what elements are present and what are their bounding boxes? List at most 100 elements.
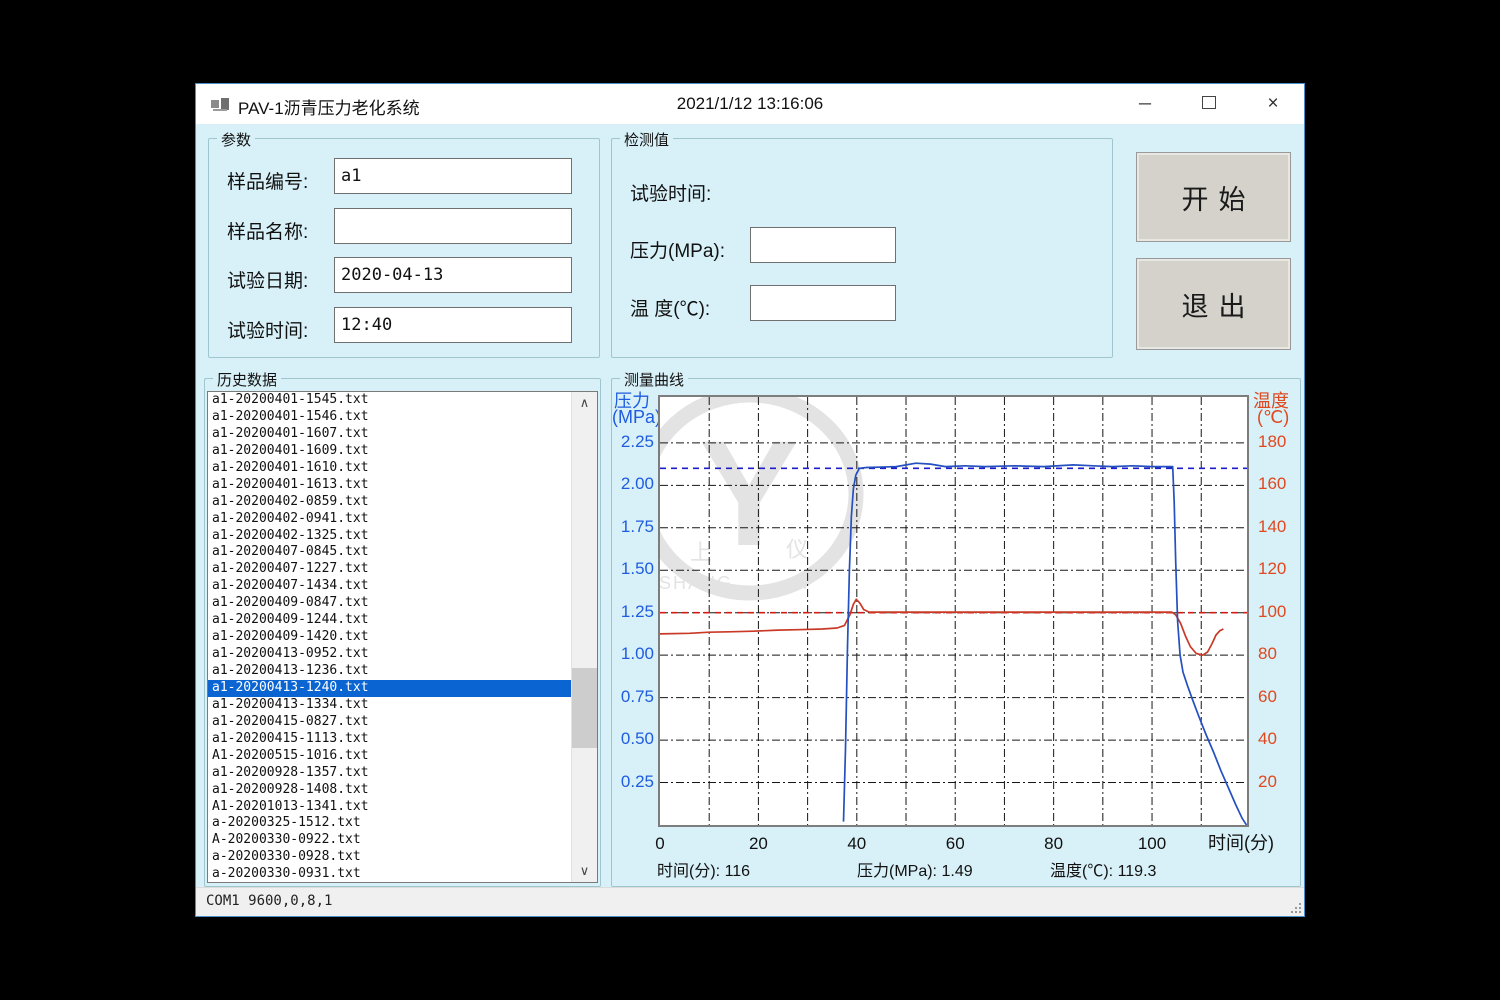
readout-pressure: 压力(MPa): 1.49 — [857, 857, 973, 881]
list-scrollbar[interactable]: ∧ ∨ — [571, 392, 597, 882]
list-item[interactable]: a1-20200413-1236.txt — [208, 663, 597, 680]
list-item[interactable]: a1-20200402-0941.txt — [208, 511, 597, 528]
list-item[interactable]: a1-20200401-1545.txt — [208, 392, 597, 409]
svg-text:仪: 仪 — [786, 537, 810, 562]
readout-time-value: 116 — [725, 863, 751, 880]
list-item[interactable]: a1-20200401-1546.txt — [208, 409, 597, 426]
list-item[interactable]: A1-20201013-1341.txt — [208, 799, 597, 816]
svg-text:上: 上 — [690, 540, 714, 565]
app-window: PAV-1沥青压力老化系统 2021/1/12 13:16:06 ─ × 参数 … — [195, 83, 1305, 917]
list-item[interactable]: a1-20200415-1113.txt — [208, 731, 597, 748]
resize-grip[interactable] — [1289, 901, 1301, 913]
axis-tick-label: 1.50 — [612, 559, 654, 579]
list-item[interactable]: A1-20200515-1016.txt — [208, 748, 597, 765]
list-item[interactable]: a1-20200409-1420.txt — [208, 629, 597, 646]
list-item[interactable]: a-20200330-0931.txt — [208, 866, 597, 883]
list-item[interactable]: a1-20200415-0827.txt — [208, 714, 597, 731]
svg-text:SHANG: SHANG — [660, 573, 733, 593]
history-file-rows: a1-20200401-1545.txta1-20200401-1546.txt… — [208, 392, 597, 883]
list-item[interactable]: a1-20200413-0952.txt — [208, 646, 597, 663]
axis-tick-label: 40 — [837, 834, 877, 854]
maximize-button[interactable] — [1188, 84, 1230, 124]
list-item[interactable]: a1-20200401-1607.txt — [208, 426, 597, 443]
test-time-input[interactable] — [334, 307, 572, 343]
list-item[interactable]: a-20200325-1512.txt — [208, 815, 597, 832]
minimize-button[interactable]: ─ — [1124, 84, 1166, 124]
measurement-chart: Y上SHANG仪Y — [660, 397, 1247, 825]
x-axis-title: 时间(分) — [1208, 829, 1274, 855]
axis-tick-label: 20 — [738, 834, 778, 854]
axis-tick-label: 2.00 — [612, 474, 654, 494]
test-time-label: 试验时间: — [227, 316, 308, 343]
axis-tick-label: 60 — [935, 834, 975, 854]
axis-tick-label: 1.00 — [612, 644, 654, 664]
list-item[interactable]: a1-20200413-1334.txt — [208, 697, 597, 714]
pressure-label: 压力(MPa): — [630, 236, 725, 263]
client-area: 参数 样品编号: 样品名称: 试验日期: 试验时间: 检测值 试验时间: 压力(… — [196, 124, 1304, 888]
list-item[interactable]: a1-20200407-1227.txt — [208, 561, 597, 578]
curve-pressure — [844, 463, 1247, 825]
axis-tick-label: 180 — [1258, 432, 1302, 452]
readout-pressure-label: 压力(MPa): — [857, 863, 937, 880]
svg-text:Y: Y — [799, 573, 813, 593]
axis-tick-label: 0.50 — [612, 729, 654, 749]
readings-group-title: 检测值 — [620, 129, 673, 150]
list-item[interactable]: a-20200330-0928.txt — [208, 849, 597, 866]
list-item[interactable]: a1-20200401-1610.txt — [208, 460, 597, 477]
close-button[interactable]: × — [1252, 84, 1294, 124]
axis-tick-label: 160 — [1258, 474, 1302, 494]
axis-tick-label: 80 — [1034, 834, 1074, 854]
scrollbar-thumb[interactable] — [572, 668, 597, 748]
close-icon: × — [1267, 93, 1278, 114]
readout-time: 时间(分): 116 — [657, 857, 750, 881]
left-axis-unit: (MPa) — [612, 407, 661, 428]
list-item[interactable]: a1-20200928-1408.txt — [208, 782, 597, 799]
list-item[interactable]: a1-20200413-1240.txt — [208, 680, 597, 697]
params-groupbox: 参数 样品编号: 样品名称: 试验日期: 试验时间: — [208, 138, 600, 358]
start-button[interactable]: 开始 — [1136, 152, 1291, 242]
axis-tick-label: 20 — [1258, 772, 1302, 792]
sample-name-input[interactable] — [334, 208, 572, 244]
list-item[interactable]: A-20200330-0922.txt — [208, 832, 597, 849]
axis-tick-label: 100 — [1258, 602, 1302, 622]
params-group-title: 参数 — [217, 129, 255, 150]
readout-temperature-label: 温度(℃): — [1050, 863, 1113, 880]
list-item[interactable]: a1-20200402-0859.txt — [208, 494, 597, 511]
scroll-up-icon[interactable]: ∧ — [572, 392, 597, 414]
maximize-icon — [1202, 96, 1216, 109]
list-item[interactable]: a1-20200401-1613.txt — [208, 477, 597, 494]
sample-id-input[interactable] — [334, 158, 572, 194]
status-bar: COM1 9600,0,8,1 — [196, 887, 1304, 916]
list-item[interactable]: a1-20200402-1325.txt — [208, 528, 597, 545]
axis-tick-label: 120 — [1258, 559, 1302, 579]
list-item[interactable]: a1-20200928-1357.txt — [208, 765, 597, 782]
readout-pressure-value: 1.49 — [941, 863, 972, 880]
temperature-readout-input[interactable] — [750, 285, 896, 321]
exit-button[interactable]: 退出 — [1136, 258, 1291, 350]
list-item[interactable]: a1-20200409-0847.txt — [208, 595, 597, 612]
minimize-icon: ─ — [1139, 94, 1151, 113]
pressure-readout-input[interactable] — [750, 227, 896, 263]
history-file-list[interactable]: a1-20200401-1545.txta1-20200401-1546.txt… — [207, 391, 598, 883]
readout-temperature: 温度(℃): 119.3 — [1050, 857, 1156, 881]
test-date-input[interactable] — [334, 257, 572, 293]
chart-groupbox: 测量曲线 压力 (MPa) 温度 (℃) Y上SHANG仪Y 时间(分) 时间(… — [611, 378, 1301, 887]
test-date-label: 试验日期: — [227, 266, 308, 293]
right-axis-unit: (℃) — [1257, 407, 1289, 428]
plot-area: Y上SHANG仪Y — [658, 395, 1249, 827]
axis-tick-label: 1.75 — [612, 517, 654, 537]
scroll-down-icon[interactable]: ∨ — [572, 860, 597, 882]
axis-tick-label: 0.75 — [612, 687, 654, 707]
axis-tick-label: 2.25 — [612, 432, 654, 452]
list-item[interactable]: a1-20200409-1244.txt — [208, 612, 597, 629]
axis-tick-label: 140 — [1258, 517, 1302, 537]
title-bar: PAV-1沥青压力老化系统 2021/1/12 13:16:06 ─ × — [196, 84, 1304, 124]
readout-time-label: 时间(分): — [657, 863, 720, 880]
list-item[interactable]: a1-20200407-0845.txt — [208, 544, 597, 561]
axis-tick-label: 100 — [1132, 834, 1172, 854]
list-item[interactable]: a1-20200401-1609.txt — [208, 443, 597, 460]
status-text: COM1 9600,0,8,1 — [206, 893, 332, 909]
curve-temperature — [660, 599, 1223, 655]
axis-tick-label: 0 — [640, 834, 680, 854]
list-item[interactable]: a1-20200407-1434.txt — [208, 578, 597, 595]
